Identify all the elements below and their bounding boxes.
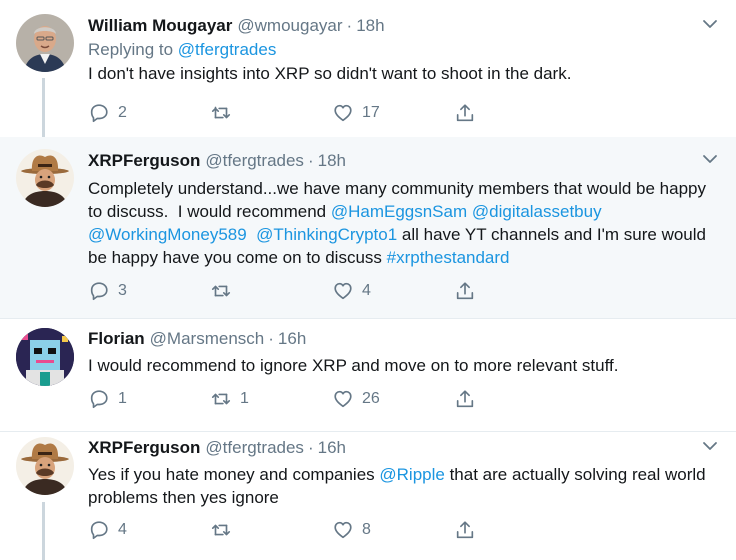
text-segment — [247, 225, 256, 244]
like-count: 26 — [362, 390, 380, 407]
reply-button[interactable]: 2 — [88, 102, 210, 124]
like-icon — [334, 282, 352, 300]
share-icon — [456, 104, 474, 122]
like-button[interactable]: 4 — [332, 280, 454, 302]
like-button[interactable]: 8 — [332, 519, 454, 541]
reply-icon — [90, 390, 108, 409]
share-button[interactable] — [454, 280, 494, 302]
reply-count: 2 — [118, 104, 127, 121]
avatar[interactable] — [16, 14, 74, 72]
mention-link[interactable]: @ThinkingCrypto1 — [256, 225, 397, 244]
mention-link[interactable]: @HamEggsnSam — [331, 202, 467, 221]
separator-dot: · — [307, 438, 314, 457]
reply-icon — [90, 282, 108, 301]
retweet-button[interactable] — [210, 102, 332, 124]
tweet-actions: 2 17 — [88, 102, 494, 124]
like-button[interactable]: 26 — [332, 388, 454, 410]
reply-button[interactable]: 1 — [88, 388, 210, 410]
tweet[interactable]: Florian @Marsmensch · 16h I would recomm… — [0, 319, 736, 432]
author-handle[interactable]: @Marsmensch — [150, 328, 265, 350]
separator-dot: · — [307, 151, 314, 170]
reply-count: 3 — [118, 282, 127, 299]
share-icon — [456, 521, 474, 539]
author-handle[interactable]: @wmougayar — [237, 15, 342, 37]
avatar[interactable] — [16, 437, 74, 495]
replying-to: Replying to @tfergtrades — [88, 38, 720, 61]
like-button[interactable]: 17 — [332, 102, 454, 124]
retweet-icon — [211, 106, 231, 119]
thread-line — [42, 78, 45, 137]
like-icon — [334, 104, 352, 122]
reply-count: 1 — [118, 390, 127, 407]
hashtag-link[interactable]: #xrpthestandard — [387, 248, 510, 267]
like-count: 4 — [362, 282, 371, 299]
timestamp[interactable]: 18h — [356, 15, 384, 37]
mention-link[interactable]: @Ripple — [379, 465, 444, 484]
avatar[interactable] — [16, 328, 74, 386]
timestamp[interactable]: 16h — [318, 437, 346, 459]
thread-line — [42, 502, 45, 560]
avatar[interactable] — [16, 149, 74, 207]
replying-to-handle[interactable]: @tfergtrades — [178, 40, 277, 59]
retweet-icon — [211, 393, 231, 405]
share-button[interactable] — [454, 102, 494, 124]
chevron-down-icon[interactable] — [700, 436, 720, 456]
tweet-actions: 1 1 26 — [88, 388, 494, 410]
timestamp[interactable]: 18h — [318, 150, 346, 172]
author-name[interactable]: XRPFerguson — [88, 437, 200, 459]
tweet-text: Completely understand...we have many com… — [88, 177, 720, 269]
timestamp[interactable]: 16h — [278, 328, 306, 350]
like-icon — [334, 521, 352, 539]
author-handle[interactable]: @tfergtrades — [205, 150, 304, 172]
reply-button[interactable]: 3 — [88, 280, 210, 302]
separator-dot: · — [346, 16, 353, 35]
share-icon — [456, 390, 474, 408]
text-segment — [602, 202, 607, 221]
chevron-down-icon[interactable] — [700, 14, 720, 34]
tweet[interactable]: XRPFerguson @tfergtrades · 18h Completel… — [0, 137, 736, 319]
author-name[interactable]: XRPFerguson — [88, 150, 200, 172]
like-count: 8 — [362, 521, 371, 538]
retweet-icon — [211, 524, 231, 536]
text-segment: Yes if you hate money and companies — [88, 465, 380, 484]
like-count: 17 — [362, 104, 380, 121]
reply-button[interactable]: 4 — [88, 519, 210, 541]
tweet-text: I don't have insights into XRP so didn't… — [88, 64, 572, 83]
reply-count: 4 — [118, 521, 127, 538]
tweet[interactable]: XRPFerguson @tfergtrades · 16h Yes if yo… — [0, 432, 736, 560]
tweet-actions: 4 8 — [88, 519, 494, 541]
tweet-actions: 3 4 — [88, 280, 494, 302]
tweet-text: Yes if you hate money and companies @Rip… — [88, 463, 720, 509]
retweet-icon — [211, 285, 231, 297]
separator-dot: · — [268, 329, 274, 348]
retweet-button[interactable] — [210, 280, 332, 302]
like-icon — [334, 390, 352, 408]
retweet-button[interactable]: 1 — [210, 388, 332, 410]
reply-icon — [90, 104, 108, 123]
tweet[interactable]: William Mougayar @wmougayar · 18h Replyi… — [0, 0, 736, 137]
reply-icon — [90, 521, 108, 540]
tweet-text: I would recommend to ignore XRP and move… — [88, 356, 619, 375]
author-name[interactable]: Florian — [88, 328, 145, 350]
author-handle[interactable]: @tfergtrades — [205, 437, 304, 459]
retweet-button[interactable] — [210, 519, 332, 541]
share-icon — [456, 282, 474, 300]
mention-link[interactable]: @WorkingMoney589 — [88, 225, 247, 244]
author-name[interactable]: William Mougayar — [88, 15, 232, 37]
share-button[interactable] — [454, 519, 494, 541]
share-button[interactable] — [454, 388, 494, 410]
chevron-down-icon[interactable] — [700, 149, 720, 169]
mention-link[interactable]: @digitalassetbuy — [472, 202, 602, 221]
replying-to-label: Replying to — [88, 40, 174, 59]
retweet-count: 1 — [240, 390, 249, 407]
